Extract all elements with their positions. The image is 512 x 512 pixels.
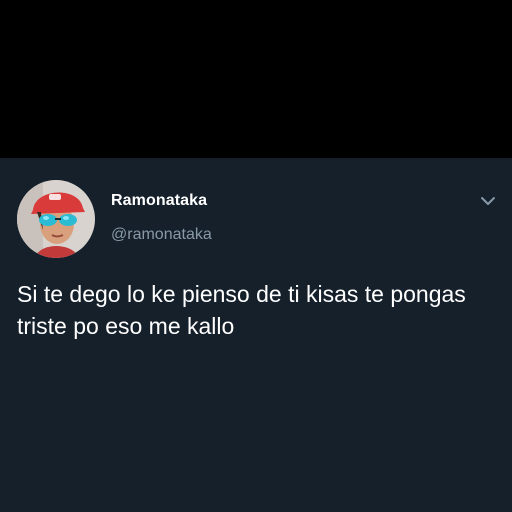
tweet-text: Si te dego lo ke pienso de ti kisas te p… <box>17 281 466 339</box>
tweet-card[interactable]: Ramonataka @ramonataka Si te dego lo ke … <box>0 158 512 512</box>
user-avatar[interactable] <box>17 180 95 258</box>
tweet-menu-button[interactable] <box>474 190 502 212</box>
user-handle[interactable]: @ramonataka <box>111 226 212 244</box>
chevron-down-icon <box>481 197 495 205</box>
top-black-band <box>0 0 512 158</box>
display-name[interactable]: Ramonataka <box>111 192 207 210</box>
avatar-photo-icon <box>17 180 95 258</box>
